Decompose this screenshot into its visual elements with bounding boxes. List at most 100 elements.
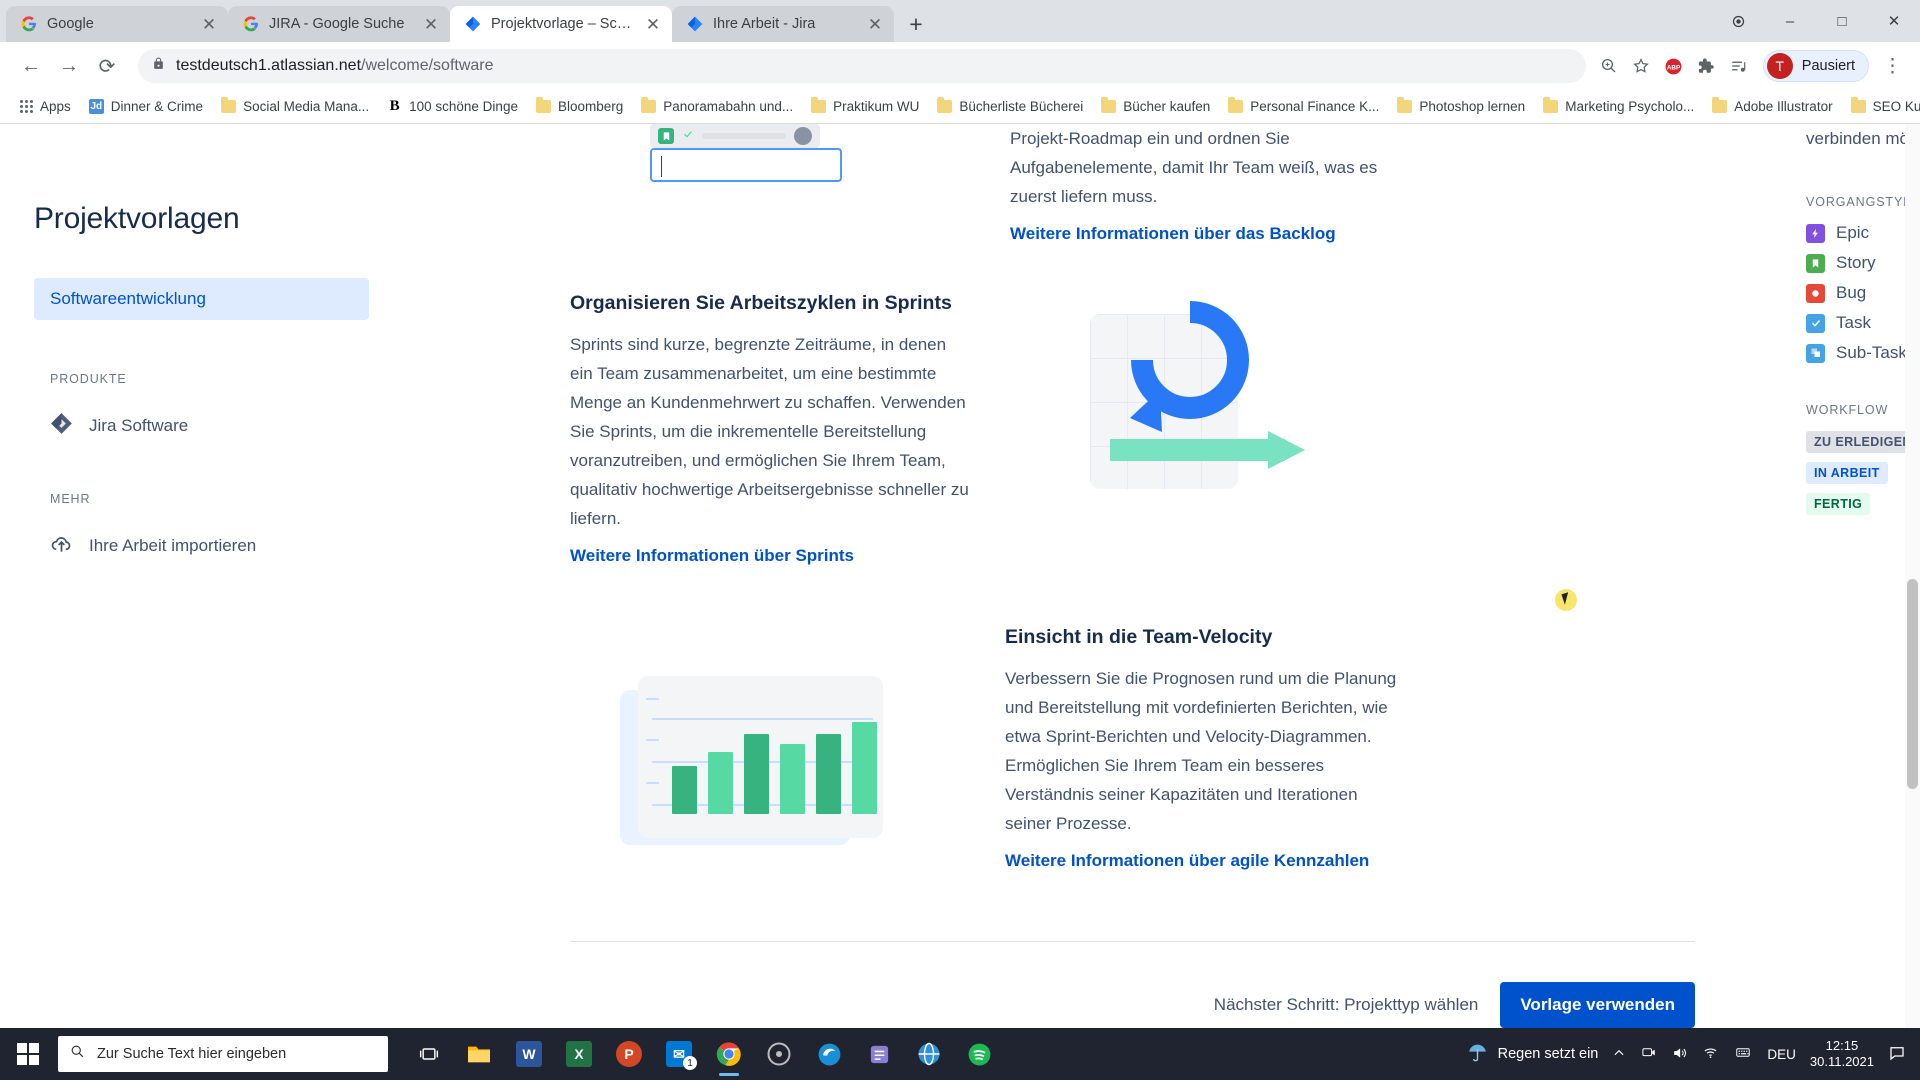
bookmark-panoramabahn[interactable]: Panoramabahn und... — [633, 96, 801, 117]
zoom-icon[interactable] — [1600, 57, 1618, 75]
address-bar[interactable]: testdeutsch1.atlassian.net/welcome/softw… — [138, 49, 1586, 83]
close-icon[interactable]: ✕ — [422, 16, 440, 33]
google-icon — [20, 15, 38, 33]
close-icon[interactable]: ✕ — [200, 16, 218, 33]
sidebar-item-jira-software[interactable]: Jira Software — [50, 412, 540, 440]
taskbar-app-file-explorer[interactable] — [456, 1030, 502, 1078]
bookmark-social-media[interactable]: Social Media Mana... — [213, 96, 377, 117]
sidebar-item-label: Softwareentwicklung — [50, 289, 206, 308]
browser-tab-3[interactable]: Ihre Arbeit - Jira ✕ — [672, 6, 894, 42]
weather-widget[interactable]: Regen setzt ein — [1467, 1042, 1598, 1067]
keyboard-icon[interactable] — [1733, 1045, 1753, 1063]
taskbar-app-browser2[interactable] — [906, 1030, 952, 1078]
browser-window: Google ✕ JIRA - Google Suche ✕ Projektvo… — [0, 0, 1920, 1080]
clock[interactable]: 12:15 30.11.2021 — [1810, 1038, 1874, 1070]
profile-chip[interactable]: T Pausiert — [1762, 50, 1869, 82]
close-icon[interactable]: ✕ — [644, 16, 662, 33]
velocity-link[interactable]: Weitere Informationen über agile Kennzah… — [1005, 851, 1369, 871]
sprints-body: Sprints sind kurze, begrenzte Zeiträume,… — [570, 335, 969, 528]
maximize-button[interactable]: □ — [1816, 0, 1868, 42]
notification-icon[interactable] — [1888, 1044, 1906, 1065]
reload-button[interactable]: ⟳ — [90, 49, 124, 83]
minimize-button[interactable]: – — [1764, 0, 1816, 42]
volume-icon[interactable] — [1671, 1045, 1688, 1064]
bookmark-personal-finance[interactable]: Personal Finance K... — [1220, 96, 1387, 117]
extensions-icon[interactable] — [1697, 57, 1715, 75]
wifi-icon[interactable] — [1702, 1045, 1719, 1063]
taskbar-apps: W X P ✉ 1 — [406, 1030, 1002, 1078]
bookmark-dinner-crime[interactable]: Jd Dinner & Crime — [81, 96, 211, 117]
close-icon[interactable]: ✕ — [866, 16, 884, 33]
chevron-up-icon[interactable] — [1612, 1046, 1626, 1063]
card-body: Projekt-Roadmap ein und ordnen Sie Aufga… — [540, 124, 1740, 1028]
back-button[interactable]: ← — [14, 49, 48, 83]
task-view-button[interactable] — [406, 1030, 452, 1078]
page-scrollbar[interactable] — [1905, 124, 1920, 1028]
sidebar-item-softwareentwicklung[interactable]: Softwareentwicklung — [34, 278, 369, 320]
bookmark-seo-kurs[interactable]: SEO Kurs — [1843, 96, 1920, 117]
bookmark-buecher-kaufen[interactable]: Bücher kaufen — [1093, 96, 1218, 117]
close-window-button[interactable]: ✕ — [1868, 0, 1920, 42]
use-template-button[interactable]: Vorlage verwenden — [1500, 982, 1695, 1028]
language-indicator[interactable]: DEU — [1767, 1047, 1796, 1062]
browser-menu-button[interactable]: ⋮ — [1883, 55, 1902, 78]
chart-bar — [816, 734, 841, 814]
bookmark-marketing-psychologie[interactable]: Marketing Psycholo... — [1535, 96, 1702, 117]
system-tray: Regen setzt ein DEU 12:15 30.11.2021 — [1467, 1038, 1916, 1070]
jira-software-icon — [50, 412, 73, 440]
taskbar-app-powerpoint[interactable]: P — [606, 1030, 652, 1078]
bookmark-label: Adobe Illustrator — [1734, 99, 1833, 114]
scrollbar-thumb[interactable] — [1907, 579, 1918, 789]
new-tab-button[interactable]: + — [902, 13, 930, 36]
taskbar-app-word[interactable]: W — [506, 1030, 552, 1078]
url-path: /welcome/software — [361, 57, 494, 74]
backlog-card-stub — [650, 124, 820, 148]
browser-tab-1[interactable]: JIRA - Google Suche ✕ — [228, 6, 450, 42]
forward-button[interactable]: → — [52, 49, 86, 83]
backlog-text: Projekt-Roadmap ein und ordnen Sie Aufga… — [1010, 124, 1420, 244]
folder-icon — [937, 97, 953, 113]
tab-title: Projektvorlage – Scrum — [491, 16, 635, 32]
taskbar-app-edge[interactable] — [806, 1030, 852, 1078]
record-icon[interactable] — [1712, 0, 1764, 42]
taskbar-app-excel[interactable]: X — [556, 1030, 602, 1078]
velocity-text: Einsicht in die Team-Velocity Verbessern… — [1005, 626, 1405, 871]
sprints-text: Organisieren Sie Arbeitszyklen in Sprint… — [570, 292, 970, 566]
sidebar-item-import-work[interactable]: Ihre Arbeit importieren — [50, 532, 540, 560]
bookmark-adobe-illustrator[interactable]: Adobe Illustrator — [1704, 96, 1840, 117]
taskbar-app-chrome[interactable] — [706, 1030, 752, 1078]
window-controls: – □ ✕ — [1712, 0, 1920, 42]
browser-tab-2[interactable]: Projektvorlage – Scrum ✕ — [450, 6, 672, 42]
bookmark-photoshop[interactable]: Photoshop lernen — [1389, 96, 1533, 117]
backlog-text-input[interactable] — [650, 148, 842, 182]
taskbar-app-disc[interactable] — [756, 1030, 802, 1078]
bookmark-bloomberg[interactable]: Bloomberg — [528, 96, 631, 117]
sprints-link[interactable]: Weitere Informationen über Sprints — [570, 546, 854, 566]
browser-tab-0[interactable]: Google ✕ — [6, 6, 228, 42]
toolbar-icons: ABP T Pausiert ⋮ — [1600, 50, 1906, 82]
issue-type-label: Story — [1836, 253, 1876, 272]
media-control-icon[interactable] — [1729, 57, 1749, 75]
chart-bar — [708, 752, 733, 814]
adblock-icon[interactable]: ABP — [1664, 57, 1683, 76]
browser-toolbar: ← → ⟳ testdeutsch1.atlassian.net/welcome… — [0, 42, 1920, 90]
start-button[interactable] — [0, 1028, 56, 1080]
bookmark-label: Photoshop lernen — [1419, 99, 1526, 114]
bookmark-praktikum-wu[interactable]: Praktikum WU — [803, 96, 927, 117]
word-icon: W — [516, 1041, 542, 1067]
bookmark-100-schoene-dinge[interactable]: B 100 schöne Dinge — [379, 96, 526, 117]
bookmark-label: Personal Finance K... — [1250, 99, 1380, 114]
bookmark-buecherliste[interactable]: Bücherliste Bücherei — [929, 96, 1091, 117]
page-viewport: Projektvorlagen Softwareentwicklung PROD… — [0, 124, 1920, 1028]
taskbar-search-input[interactable]: Zur Suche Text hier eingeben — [58, 1036, 388, 1072]
bookmark-apps[interactable]: Apps — [12, 96, 79, 117]
folder-icon — [535, 97, 551, 113]
cloud-upload-icon — [50, 532, 73, 560]
onedrive-icon[interactable] — [1640, 1045, 1657, 1063]
taskbar-app-spotify[interactable] — [956, 1030, 1002, 1078]
backlog-link[interactable]: Weitere Informationen über das Backlog — [1010, 224, 1336, 244]
taskbar-app-mail[interactable]: ✉ 1 — [656, 1030, 702, 1078]
taskbar-app-notes[interactable] — [856, 1030, 902, 1078]
bookmark-star-icon[interactable] — [1632, 57, 1650, 75]
axis-tick — [646, 739, 659, 741]
